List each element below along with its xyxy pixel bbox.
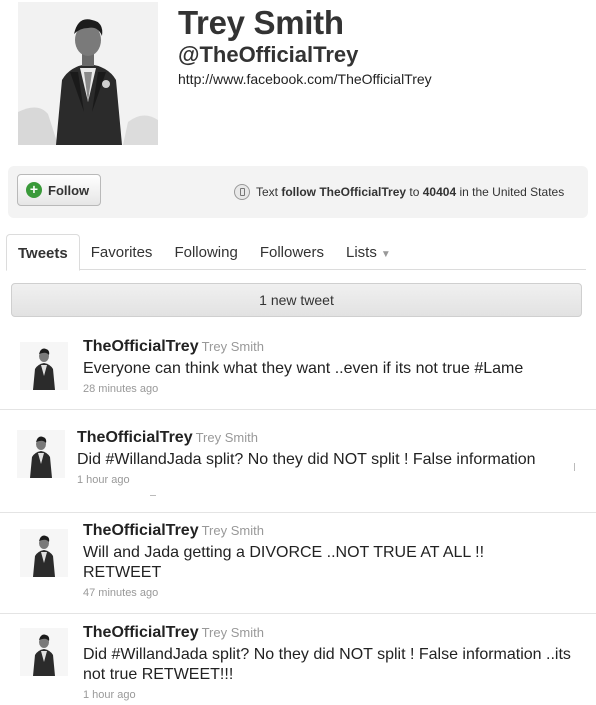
tab-label: Tweets (18, 245, 68, 262)
profile-photo (18, 2, 158, 145)
sms-to: to (409, 185, 420, 199)
sms-suffix: in the United States (459, 185, 565, 199)
divider-mark (574, 463, 575, 471)
tweet-timestamp[interactable]: 47 minutes ago (83, 587, 513, 599)
avatar-photo (20, 628, 68, 676)
tweet-text: Did #WillandJada split? No they did NOT … (77, 451, 536, 468)
tab-label: Favorites (90, 244, 153, 261)
avatar-photo (17, 430, 65, 478)
tweet-author-name: Trey Smith (201, 339, 264, 354)
sms-command: follow TheOfficialTrey (281, 185, 407, 199)
profile-avatar (18, 2, 158, 145)
plus-icon: + (26, 182, 42, 198)
tweet-avatar[interactable] (20, 529, 68, 577)
phone-icon (234, 184, 250, 200)
tweet-timestamp[interactable]: 1 hour ago (77, 474, 582, 486)
tweet-avatar[interactable] (17, 430, 65, 478)
tweet-handle[interactable]: TheOfficialTrey (83, 338, 199, 355)
tweet-item: TheOfficialTrey Trey Smith Will and Jada … (0, 513, 596, 614)
avatar-photo (20, 342, 68, 390)
profile-name: Trey Smith (178, 4, 344, 41)
tweet-handle[interactable]: TheOfficialTrey (83, 522, 199, 539)
tweet-content: TheOfficialTrey Trey Smith Did #WillandJa… (77, 429, 582, 486)
tweet-author-name: Trey Smith (201, 523, 264, 538)
tweet-author-name: Trey Smith (195, 430, 258, 445)
tweet-item: TheOfficialTrey Trey Smith Did #WillandJa… (0, 410, 596, 513)
tweet-content: TheOfficialTrey Trey Smith Everyone can t… (83, 338, 573, 395)
tweet-timestamp[interactable]: 1 hour ago (83, 689, 573, 701)
tweet-avatar[interactable] (20, 342, 68, 390)
tweet-text: Will and Jada getting a DIVORCE ..NOT TR… (83, 544, 485, 581)
new-tweets-button[interactable]: 1 new tweet (11, 283, 582, 317)
follow-button-label: Follow (48, 182, 90, 198)
tab-tweets[interactable]: Tweets (6, 234, 80, 271)
tweet-handle[interactable]: TheOfficialTrey (83, 624, 199, 641)
tweet-avatar[interactable] (20, 628, 68, 676)
profile-tabs: Tweets Favorites Following Followers Lis… (6, 234, 586, 271)
profile-url-link[interactable]: http://www.facebook.com/TheOfficialTrey (178, 71, 432, 87)
sms-follow-info: Text follow TheOfficialTrey to 40404 in … (234, 184, 564, 200)
tab-favorites[interactable]: Favorites (80, 234, 164, 270)
chevron-down-icon: ▼ (380, 249, 391, 260)
tab-followers[interactable]: Followers (249, 234, 335, 270)
tweet-timestamp[interactable]: 28 minutes ago (83, 383, 573, 395)
tweet-item: TheOfficialTrey Trey Smith Everyone can t… (0, 330, 596, 410)
tweet-handle[interactable]: TheOfficialTrey (77, 429, 193, 446)
tweet-text: Did #WillandJada split? No they did NOT … (83, 646, 571, 683)
tab-label: Following (174, 244, 238, 261)
sms-number: 40404 (422, 185, 457, 199)
sms-prefix: Text (256, 185, 279, 199)
tweet-content: TheOfficialTrey Trey Smith Did #WillandJa… (83, 624, 573, 701)
tab-label: Lists (346, 244, 377, 261)
tab-following[interactable]: Following (163, 234, 248, 270)
tweet-content: TheOfficialTrey Trey Smith Will and Jada … (83, 522, 513, 599)
follow-bar: + Follow Text follow TheOfficialTrey to … (8, 166, 588, 218)
tab-lists[interactable]: Lists ▼ (335, 234, 402, 270)
profile-handle: @TheOfficialTrey (178, 42, 359, 67)
tweet-text: Everyone can think what they want ..even… (83, 360, 524, 377)
tweet-author-name: Trey Smith (201, 625, 264, 640)
follow-button[interactable]: + Follow (17, 174, 101, 206)
tab-label: Followers (259, 244, 324, 261)
tweet-item: TheOfficialTrey Trey Smith Did #WillandJa… (0, 614, 596, 705)
avatar-photo (20, 529, 68, 577)
divider-mark (150, 495, 156, 496)
